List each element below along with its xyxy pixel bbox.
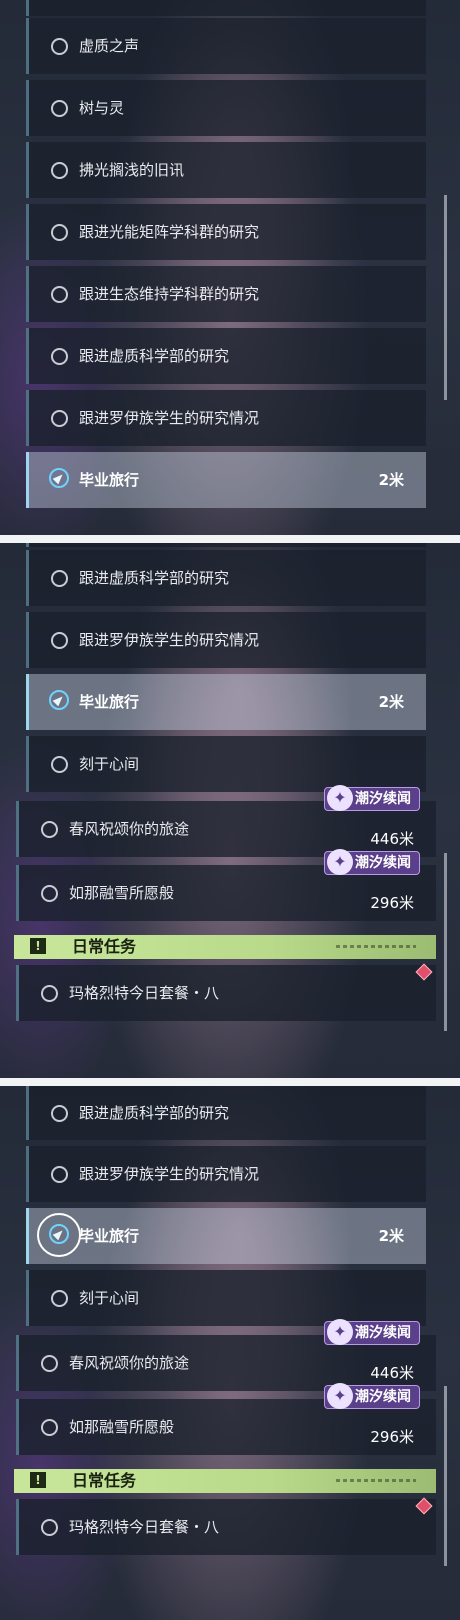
quest-label: 跟进虚质科学部的研究	[79, 569, 230, 587]
tidal-event-icon: ✦	[327, 785, 353, 811]
circle-icon	[51, 348, 68, 365]
quest-label: 拂光搁浅的旧讯	[79, 161, 185, 179]
quest-row[interactable]: 跟进虚质科学部的研究	[26, 328, 426, 384]
quest-row[interactable]: 跟进罗伊族学生的研究情况	[26, 390, 426, 446]
quest-label: 毕业旅行	[79, 471, 140, 489]
event-quest-row[interactable]: 春风祝颂你的旅途 446米 ✦ 潮汐续闻	[16, 1319, 436, 1391]
circle-icon	[51, 1166, 68, 1183]
daily-quest-header: ! 日常任务	[14, 935, 436, 959]
quest-label: 跟进罗伊族学生的研究情况	[79, 1165, 260, 1183]
quest-list-panel-2: 跟进虚质科学部的研究 跟进罗伊族学生的研究情况 毕业旅行 2米 刻于心间 春风祝…	[0, 543, 460, 1078]
circle-icon	[51, 632, 68, 649]
quest-distance: 2米	[378, 693, 404, 711]
circle-icon	[41, 985, 58, 1002]
quest-label: 刻于心间	[79, 1289, 140, 1307]
event-quest-row[interactable]: 如那融雪所愿般 296米 ✦ 潮汐续闻	[16, 1383, 436, 1455]
quest-distance: 296米	[370, 894, 414, 912]
exclamation-icon: !	[30, 1472, 46, 1488]
quest-label: 跟进光能矩阵学科群的研究	[79, 223, 260, 241]
circle-icon	[51, 224, 68, 241]
quest-distance: 2米	[378, 471, 404, 489]
event-badge: ✦ 潮汐续闻	[324, 849, 420, 875]
circle-icon	[51, 410, 68, 427]
quest-list-panel-3: 跟进虚质科学部的研究 跟进罗伊族学生的研究情况 毕业旅行 2米 刻于心间 春风祝…	[0, 1086, 460, 1620]
quest-row[interactable]: 跟进虚质科学部的研究	[26, 1086, 426, 1140]
quest-label: 春风祝颂你的旅途	[69, 820, 190, 838]
quest-label: 跟进虚质科学部的研究	[79, 1104, 230, 1122]
quest-label: 跟进罗伊族学生的研究情况	[79, 631, 260, 649]
circle-icon	[41, 1355, 58, 1372]
daily-quest-title: 日常任务	[72, 1471, 137, 1490]
quest-row[interactable]: 虚质之声	[26, 18, 426, 74]
quest-label: 玛格烈特今日套餐・八	[69, 984, 220, 1002]
circle-icon	[51, 38, 68, 55]
quest-label: 跟进虚质科学部的研究	[79, 347, 230, 365]
quest-label: 树与灵	[79, 99, 125, 117]
cursor-ring	[37, 1213, 81, 1257]
scrollbar[interactable]	[444, 195, 447, 400]
quest-label: 刻于心间	[79, 755, 140, 773]
screenshot-divider	[0, 1078, 460, 1086]
quest-label: 跟进生态维持学科群的研究	[79, 285, 260, 303]
daily-quest-row[interactable]: 玛格烈特今日套餐・八	[16, 1499, 436, 1555]
quest-row[interactable]: 跟进罗伊族学生的研究情况	[26, 1146, 426, 1202]
event-quest-row[interactable]: 春风祝颂你的旅途 446米 ✦ 潮汐续闻	[16, 785, 436, 857]
quest-label: 如那融雪所愿般	[69, 1418, 175, 1436]
decorative-stripe	[336, 945, 416, 948]
event-badge: ✦ 潮汐续闻	[324, 1383, 420, 1409]
tidal-event-icon: ✦	[327, 1319, 353, 1345]
circle-icon	[41, 821, 58, 838]
quest-row-partial	[26, 543, 426, 547]
decorative-stripe	[336, 1479, 416, 1482]
quest-row[interactable]: 跟进生态维持学科群的研究	[26, 266, 426, 322]
scrollbar[interactable]	[444, 853, 447, 1031]
circle-icon	[51, 570, 68, 587]
quest-label: 玛格烈特今日套餐・八	[69, 1518, 220, 1536]
quest-row[interactable]: 拂光搁浅的旧讯	[26, 142, 426, 198]
quest-row-tracked[interactable]: 毕业旅行 2米	[26, 1208, 426, 1264]
quest-distance: 2米	[378, 1227, 404, 1245]
quest-row[interactable]: 刻于心间	[26, 1270, 426, 1326]
quest-row-tracked[interactable]: 毕业旅行 2米	[26, 674, 426, 730]
quest-distance: 296米	[370, 1428, 414, 1446]
scrollbar[interactable]	[444, 1386, 447, 1566]
circle-icon	[51, 756, 68, 773]
exclamation-icon: !	[30, 938, 46, 954]
daily-quest-header: ! 日常任务	[14, 1469, 436, 1493]
quest-row-tracked[interactable]: 毕业旅行 2米	[26, 452, 426, 508]
event-badge: ✦ 潮汐续闻	[324, 785, 420, 811]
quest-label: 虚质之声	[79, 37, 140, 55]
circle-icon	[51, 286, 68, 303]
quest-row[interactable]: 树与灵	[26, 80, 426, 136]
compass-icon	[49, 690, 69, 710]
quest-row-partial	[26, 0, 426, 16]
quest-label: 如那融雪所愿般	[69, 884, 175, 902]
circle-icon	[41, 885, 58, 902]
tidal-event-icon: ✦	[327, 1383, 353, 1409]
tidal-event-icon: ✦	[327, 849, 353, 875]
quest-list-panel-1: 虚质之声 树与灵 拂光搁浅的旧讯 跟进光能矩阵学科群的研究 跟进生态维持学科群的…	[0, 0, 460, 535]
circle-icon	[51, 1290, 68, 1307]
event-quest-row[interactable]: 如那融雪所愿般 296米 ✦ 潮汐续闻	[16, 849, 436, 921]
quest-row[interactable]: 跟进虚质科学部的研究	[26, 550, 426, 606]
quest-row[interactable]: 跟进光能矩阵学科群的研究	[26, 204, 426, 260]
circle-icon	[41, 1419, 58, 1436]
quest-label: 春风祝颂你的旅途	[69, 1354, 190, 1372]
circle-icon	[51, 100, 68, 117]
quest-row[interactable]: 刻于心间	[26, 736, 426, 792]
circle-icon	[51, 1105, 68, 1122]
quest-label: 跟进罗伊族学生的研究情况	[79, 409, 260, 427]
circle-icon	[51, 162, 68, 179]
daily-quest-row[interactable]: 玛格烈特今日套餐・八	[16, 965, 436, 1021]
quest-label: 毕业旅行	[79, 1227, 140, 1245]
screenshot-divider	[0, 535, 460, 543]
circle-icon	[41, 1519, 58, 1536]
quest-label: 毕业旅行	[79, 693, 140, 711]
daily-quest-title: 日常任务	[72, 937, 137, 956]
quest-row[interactable]: 跟进罗伊族学生的研究情况	[26, 612, 426, 668]
compass-icon	[49, 468, 69, 488]
event-badge: ✦ 潮汐续闻	[324, 1319, 420, 1345]
